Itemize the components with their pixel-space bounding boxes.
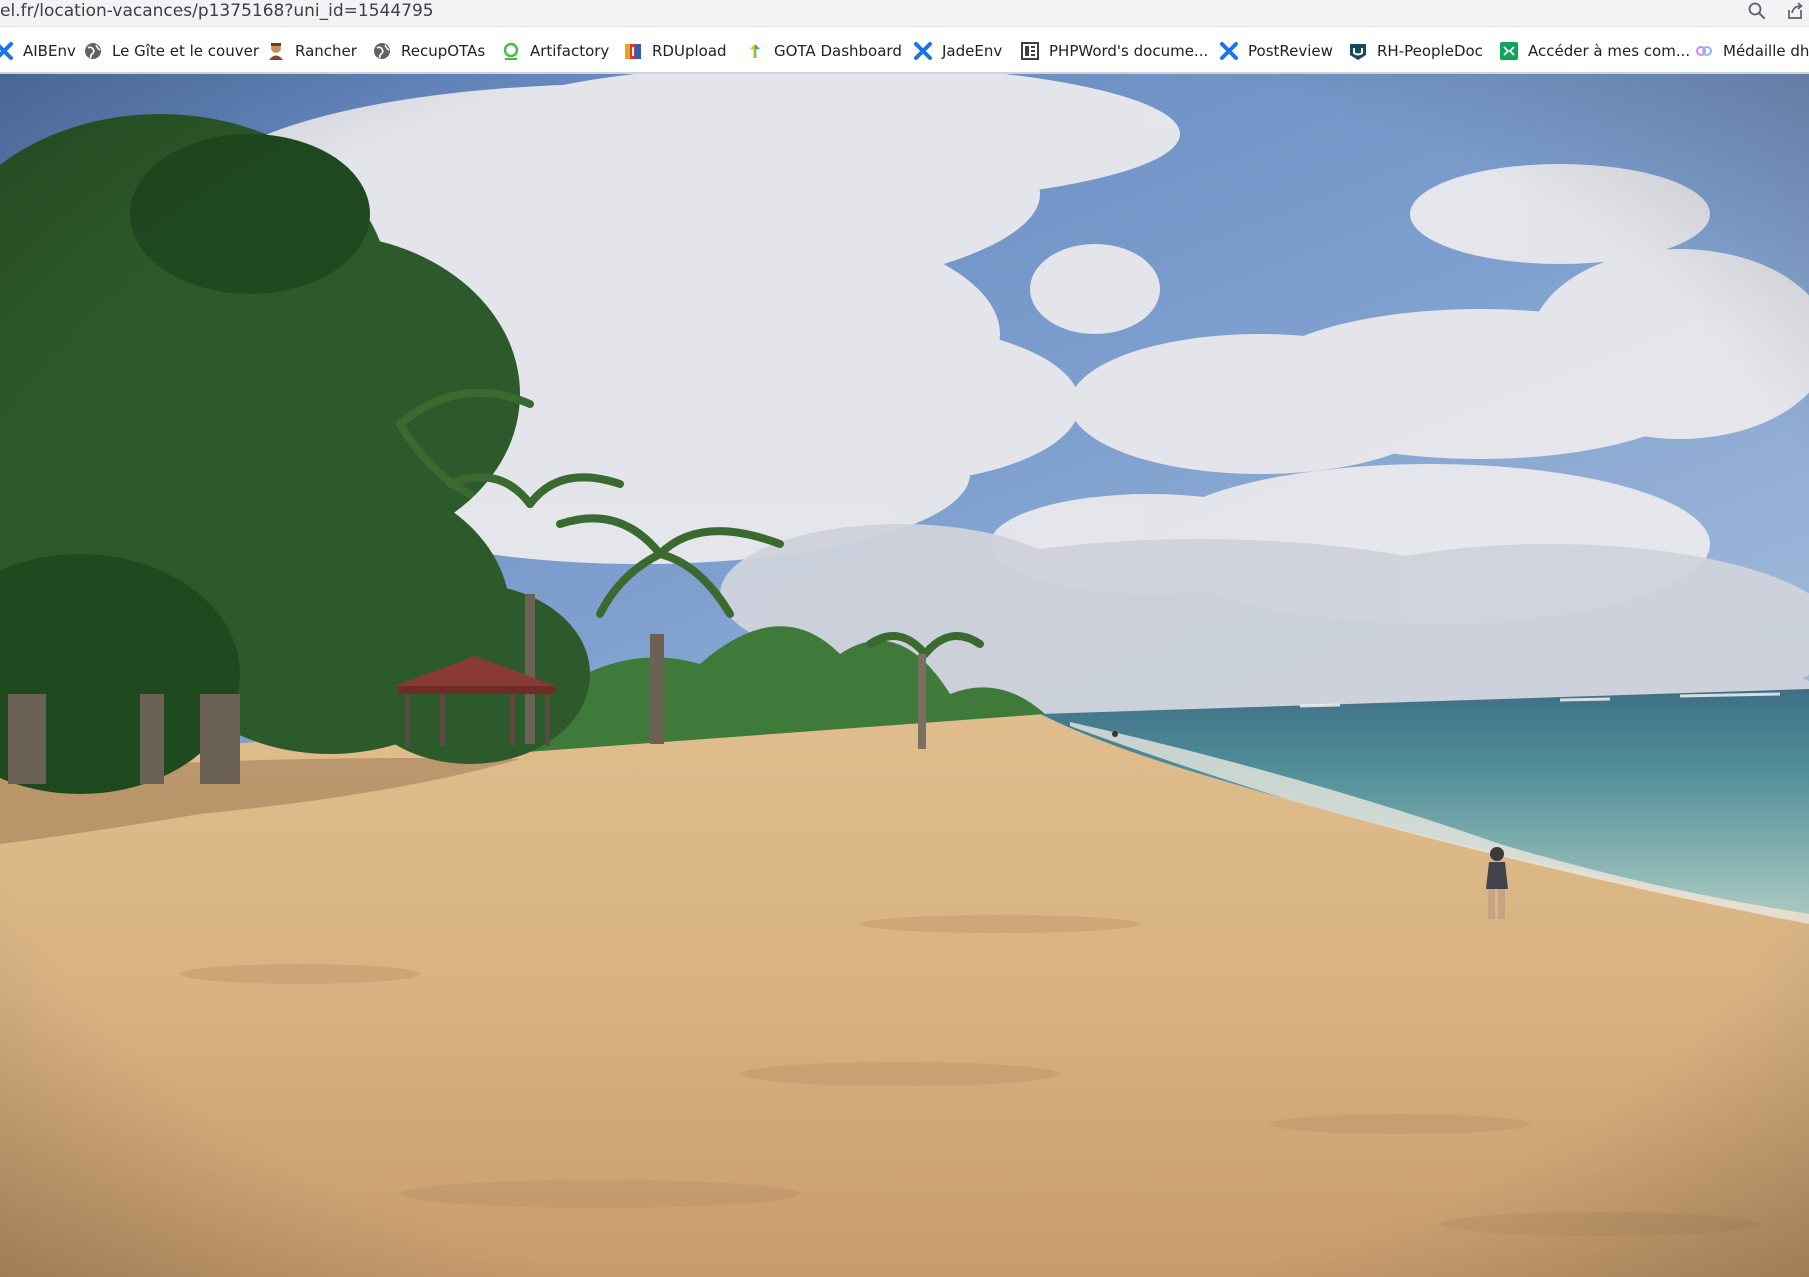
x-logo-icon [0,42,13,60]
bookmark-label: PHPWord's docume... [1049,42,1209,60]
bookmark-rh-peopledoc[interactable]: RH-PeopleDoc [1348,39,1483,63]
globe-icon [374,43,390,59]
gota-icon [750,44,760,58]
bookmark-le-gite[interactable]: Le Gîte et le couver [83,39,259,63]
bookmarks-bar: AIBEnv Le Gîte et le couver Rancher Recu… [0,27,1809,74]
bookmark-label: PostReview [1248,42,1333,60]
bookmark-medaille[interactable]: Médaille dho [1694,39,1809,63]
globe-icon [85,43,101,59]
address-bar[interactable]: el.fr/location-vacances/p1375168?uni_id=… [0,0,1809,27]
zoom-icon[interactable] [1747,1,1767,21]
bookmark-label: Médaille dho [1723,42,1809,60]
link-icon [1696,46,1712,56]
bookmark-label: RecupOTAs [401,42,486,60]
artifactory-icon [503,42,519,60]
bookmark-label: RDUpload [652,42,727,60]
bookmark-jadeenv[interactable]: JadeEnv [913,39,1002,63]
bookmark-artifactory[interactable]: Artifactory [501,39,609,63]
bookmark-label: Artifactory [530,42,610,60]
bookmark-phpword[interactable]: PHPWord's docume... [1020,39,1208,63]
beach-photo [0,74,1809,1277]
bookmark-label: Accéder à mes com... [1528,42,1691,60]
bookmark-recupotas[interactable]: RecupOTAs [372,39,485,63]
bookmark-label: Rancher [295,42,357,60]
beach-scene-image [0,74,1809,1277]
bookmark-label: AIBEnv [23,42,76,60]
rdupload-icon [625,44,641,59]
spreadsheet-icon [1500,42,1518,60]
bookmark-label: GOTA Dashboard [774,42,902,60]
document-icon [1021,42,1039,60]
bookmark-label: Le Gîte et le couver [112,42,260,60]
bookmark-postreview[interactable]: PostReview [1219,39,1333,63]
url-text[interactable]: el.fr/location-vacances/p1375168?uni_id=… [0,0,434,22]
bookmark-rancher[interactable]: Rancher [266,39,357,63]
bookmark-label: JadeEnv [942,42,1003,60]
bookmark-gota-dashboard[interactable]: GOTA Dashboard [745,39,902,63]
avatar-icon [269,43,283,60]
x-logo-icon [914,42,932,60]
bookmark-rdupload[interactable]: RDUpload [623,39,727,63]
bookmark-label: RH-PeopleDoc [1377,42,1483,60]
bookmark-acceder[interactable]: Accéder à mes com... [1499,39,1690,63]
address-bar-actions [1747,0,1809,22]
peopledoc-icon [1350,44,1366,60]
bookmark-aibenv[interactable]: AIBEnv [0,39,76,63]
share-icon[interactable] [1785,1,1805,21]
x-logo-icon [1220,42,1238,60]
